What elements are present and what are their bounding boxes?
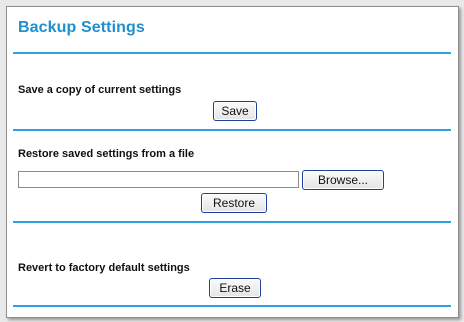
- erase-button[interactable]: Erase: [209, 278, 261, 298]
- save-section-label: Save a copy of current settings: [18, 84, 182, 96]
- divider: [13, 129, 451, 131]
- erase-section-label: Revert to factory default settings: [18, 262, 190, 274]
- divider: [13, 221, 451, 223]
- page-title: Backup Settings: [18, 19, 145, 36]
- page-background: Backup Settings Save a copy of current s…: [0, 0, 464, 322]
- restore-section-label: Restore saved settings from a file: [18, 148, 195, 160]
- divider: [13, 305, 451, 307]
- divider: [13, 52, 451, 54]
- restore-file-input[interactable]: [18, 171, 299, 188]
- browse-button[interactable]: Browse...: [302, 170, 384, 190]
- save-button[interactable]: Save: [213, 101, 257, 121]
- backup-settings-panel: Backup Settings Save a copy of current s…: [6, 6, 459, 318]
- restore-button[interactable]: Restore: [201, 193, 267, 213]
